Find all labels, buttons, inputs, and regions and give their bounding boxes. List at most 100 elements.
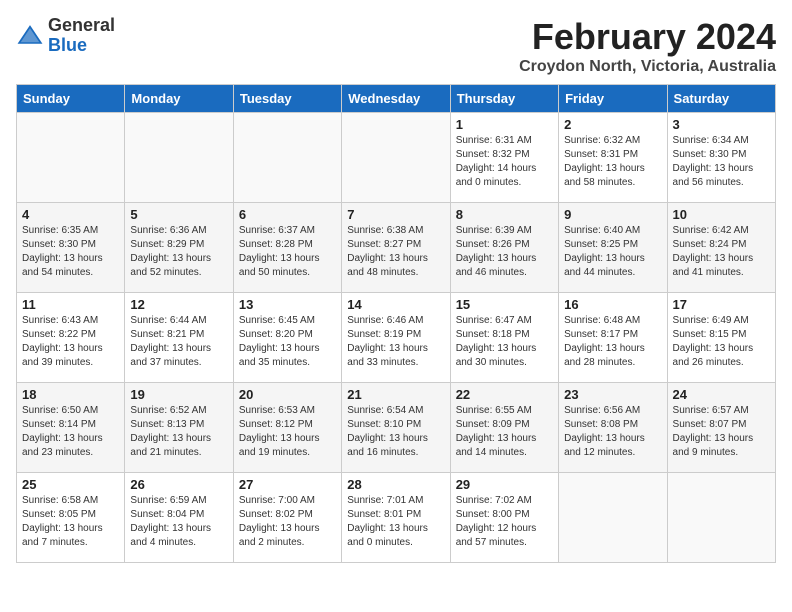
day-number: 11	[22, 297, 119, 312]
calendar-cell: 25Sunrise: 6:58 AM Sunset: 8:05 PM Dayli…	[17, 473, 125, 563]
calendar-cell: 24 Sunrise: 6:57 AM Sunset: 8:07 PM Dayli…	[667, 383, 775, 473]
day-info: Sunrise: 6:32 AM Sunset: 8:31 PM Dayligh…	[564, 134, 661, 190]
day-info: Sunrise: 6:36 AM Sunset: 8:29 PM Dayligh…	[130, 224, 227, 280]
day-number: 28	[347, 477, 444, 492]
day-number: 5	[130, 207, 227, 222]
calendar-cell: 28 Sunrise: 7:01 AM Sunset: 8:01 PM Dayli…	[342, 473, 450, 563]
day-number: 7	[347, 207, 444, 222]
week-row-2: 4 Sunrise: 6:35 AM Sunset: 8:30 PM Daylig…	[17, 203, 776, 293]
day-info: Sunrise: 6:50 AM Sunset: 8:14 PM Dayligh…	[22, 404, 119, 460]
day-info: Sunrise: 6:57 AM Sunset: 8:07 PM Dayligh…	[673, 404, 770, 460]
day-number: 12	[130, 297, 227, 312]
day-info: Sunrise: 6:43 AM Sunset: 8:22 PM Dayligh…	[22, 314, 119, 370]
day-info: Sunrise: 6:38 AM Sunset: 8:27 PM Dayligh…	[347, 224, 444, 280]
calendar-cell	[17, 113, 125, 203]
calendar-cell: 23 Sunrise: 6:56 AM Sunset: 8:08 PM Dayli…	[559, 383, 667, 473]
day-info: Sunrise: 7:00 AM Sunset: 8:02 PM Dayligh…	[239, 494, 336, 550]
calendar-cell: 9 Sunrise: 6:40 AM Sunset: 8:25 PM Daylig…	[559, 203, 667, 293]
day-number: 17	[673, 297, 770, 312]
day-number: 23	[564, 387, 661, 402]
day-info: Sunrise: 6:45 AM Sunset: 8:20 PM Dayligh…	[239, 314, 336, 370]
calendar-cell: 3 Sunrise: 6:34 AM Sunset: 8:30 PM Daylig…	[667, 113, 775, 203]
day-number: 25	[22, 477, 119, 492]
day-info: Sunrise: 6:37 AM Sunset: 8:28 PM Dayligh…	[239, 224, 336, 280]
day-info: Sunrise: 6:42 AM Sunset: 8:24 PM Dayligh…	[673, 224, 770, 280]
calendar-cell: 22 Sunrise: 6:55 AM Sunset: 8:09 PM Dayli…	[450, 383, 558, 473]
day-info: Sunrise: 6:35 AM Sunset: 8:30 PM Dayligh…	[22, 224, 119, 280]
calendar-cell: 2 Sunrise: 6:32 AM Sunset: 8:31 PM Daylig…	[559, 113, 667, 203]
title-block: February 2024 Croydon North, Victoria, A…	[519, 16, 776, 76]
calendar-body: 1 Sunrise: 6:31 AM Sunset: 8:32 PM Daylig…	[17, 113, 776, 563]
day-number: 13	[239, 297, 336, 312]
week-row-4: 18 Sunrise: 6:50 AM Sunset: 8:14 PM Dayli…	[17, 383, 776, 473]
days-of-week-row: SundayMondayTuesdayWednesdayThursdayFrid…	[17, 85, 776, 113]
logo: General Blue	[16, 16, 115, 56]
day-number: 2	[564, 117, 661, 132]
day-number: 19	[130, 387, 227, 402]
calendar-cell: 11 Sunrise: 6:43 AM Sunset: 8:22 PM Dayli…	[17, 293, 125, 383]
month-title: February 2024	[519, 16, 776, 58]
week-row-1: 1 Sunrise: 6:31 AM Sunset: 8:32 PM Daylig…	[17, 113, 776, 203]
calendar-cell: 10Sunrise: 6:42 AM Sunset: 8:24 PM Dayli…	[667, 203, 775, 293]
calendar-cell: 29 Sunrise: 7:02 AM Sunset: 8:00 PM Dayli…	[450, 473, 558, 563]
header: General Blue February 2024 Croydon North…	[16, 16, 776, 76]
logo-icon	[16, 22, 44, 50]
calendar-cell	[233, 113, 341, 203]
calendar-cell: 26Sunrise: 6:59 AM Sunset: 8:04 PM Dayli…	[125, 473, 233, 563]
day-info: Sunrise: 7:02 AM Sunset: 8:00 PM Dayligh…	[456, 494, 553, 550]
day-info: Sunrise: 6:48 AM Sunset: 8:17 PM Dayligh…	[564, 314, 661, 370]
calendar-cell: 16 Sunrise: 6:48 AM Sunset: 8:17 PM Dayli…	[559, 293, 667, 383]
day-number: 3	[673, 117, 770, 132]
day-info: Sunrise: 6:31 AM Sunset: 8:32 PM Dayligh…	[456, 134, 553, 190]
calendar-cell	[342, 113, 450, 203]
day-info: Sunrise: 6:40 AM Sunset: 8:25 PM Dayligh…	[564, 224, 661, 280]
logo-blue-text: Blue	[48, 35, 87, 55]
calendar-cell: 27 Sunrise: 7:00 AM Sunset: 8:02 PM Dayli…	[233, 473, 341, 563]
calendar-cell: 5 Sunrise: 6:36 AM Sunset: 8:29 PM Daylig…	[125, 203, 233, 293]
calendar-cell: 20 Sunrise: 6:53 AM Sunset: 8:12 PM Dayli…	[233, 383, 341, 473]
day-info: Sunrise: 6:55 AM Sunset: 8:09 PM Dayligh…	[456, 404, 553, 460]
calendar-cell: 1 Sunrise: 6:31 AM Sunset: 8:32 PM Daylig…	[450, 113, 558, 203]
calendar-cell: 17 Sunrise: 6:49 AM Sunset: 8:15 PM Dayli…	[667, 293, 775, 383]
day-number: 27	[239, 477, 336, 492]
day-number: 9	[564, 207, 661, 222]
day-info: Sunrise: 6:53 AM Sunset: 8:12 PM Dayligh…	[239, 404, 336, 460]
day-info: Sunrise: 6:34 AM Sunset: 8:30 PM Dayligh…	[673, 134, 770, 190]
day-info: Sunrise: 6:46 AM Sunset: 8:19 PM Dayligh…	[347, 314, 444, 370]
calendar-cell: 18 Sunrise: 6:50 AM Sunset: 8:14 PM Dayli…	[17, 383, 125, 473]
day-number: 1	[456, 117, 553, 132]
day-header-monday: Monday	[125, 85, 233, 113]
day-number: 26	[130, 477, 227, 492]
day-number: 22	[456, 387, 553, 402]
calendar-cell: 4 Sunrise: 6:35 AM Sunset: 8:30 PM Daylig…	[17, 203, 125, 293]
day-number: 20	[239, 387, 336, 402]
day-info: Sunrise: 7:01 AM Sunset: 8:01 PM Dayligh…	[347, 494, 444, 550]
day-number: 8	[456, 207, 553, 222]
week-row-3: 11 Sunrise: 6:43 AM Sunset: 8:22 PM Dayli…	[17, 293, 776, 383]
calendar-cell: 15Sunrise: 6:47 AM Sunset: 8:18 PM Dayli…	[450, 293, 558, 383]
day-number: 16	[564, 297, 661, 312]
calendar-cell	[667, 473, 775, 563]
day-info: Sunrise: 6:54 AM Sunset: 8:10 PM Dayligh…	[347, 404, 444, 460]
calendar-cell: 19Sunrise: 6:52 AM Sunset: 8:13 PM Dayli…	[125, 383, 233, 473]
day-number: 29	[456, 477, 553, 492]
calendar-cell: 13 Sunrise: 6:45 AM Sunset: 8:20 PM Dayli…	[233, 293, 341, 383]
location-title: Croydon North, Victoria, Australia	[519, 58, 776, 76]
day-number: 18	[22, 387, 119, 402]
day-number: 6	[239, 207, 336, 222]
day-info: Sunrise: 6:49 AM Sunset: 8:15 PM Dayligh…	[673, 314, 770, 370]
day-info: Sunrise: 6:44 AM Sunset: 8:21 PM Dayligh…	[130, 314, 227, 370]
day-header-wednesday: Wednesday	[342, 85, 450, 113]
day-number: 15	[456, 297, 553, 312]
logo-text: General Blue	[48, 16, 115, 56]
calendar-cell: 7 Sunrise: 6:38 AM Sunset: 8:27 PM Daylig…	[342, 203, 450, 293]
day-header-thursday: Thursday	[450, 85, 558, 113]
day-header-tuesday: Tuesday	[233, 85, 341, 113]
day-header-sunday: Sunday	[17, 85, 125, 113]
calendar-cell: 8Sunrise: 6:39 AM Sunset: 8:26 PM Daylig…	[450, 203, 558, 293]
week-row-5: 25Sunrise: 6:58 AM Sunset: 8:05 PM Dayli…	[17, 473, 776, 563]
day-number: 24	[673, 387, 770, 402]
day-header-friday: Friday	[559, 85, 667, 113]
day-info: Sunrise: 6:56 AM Sunset: 8:08 PM Dayligh…	[564, 404, 661, 460]
day-number: 4	[22, 207, 119, 222]
